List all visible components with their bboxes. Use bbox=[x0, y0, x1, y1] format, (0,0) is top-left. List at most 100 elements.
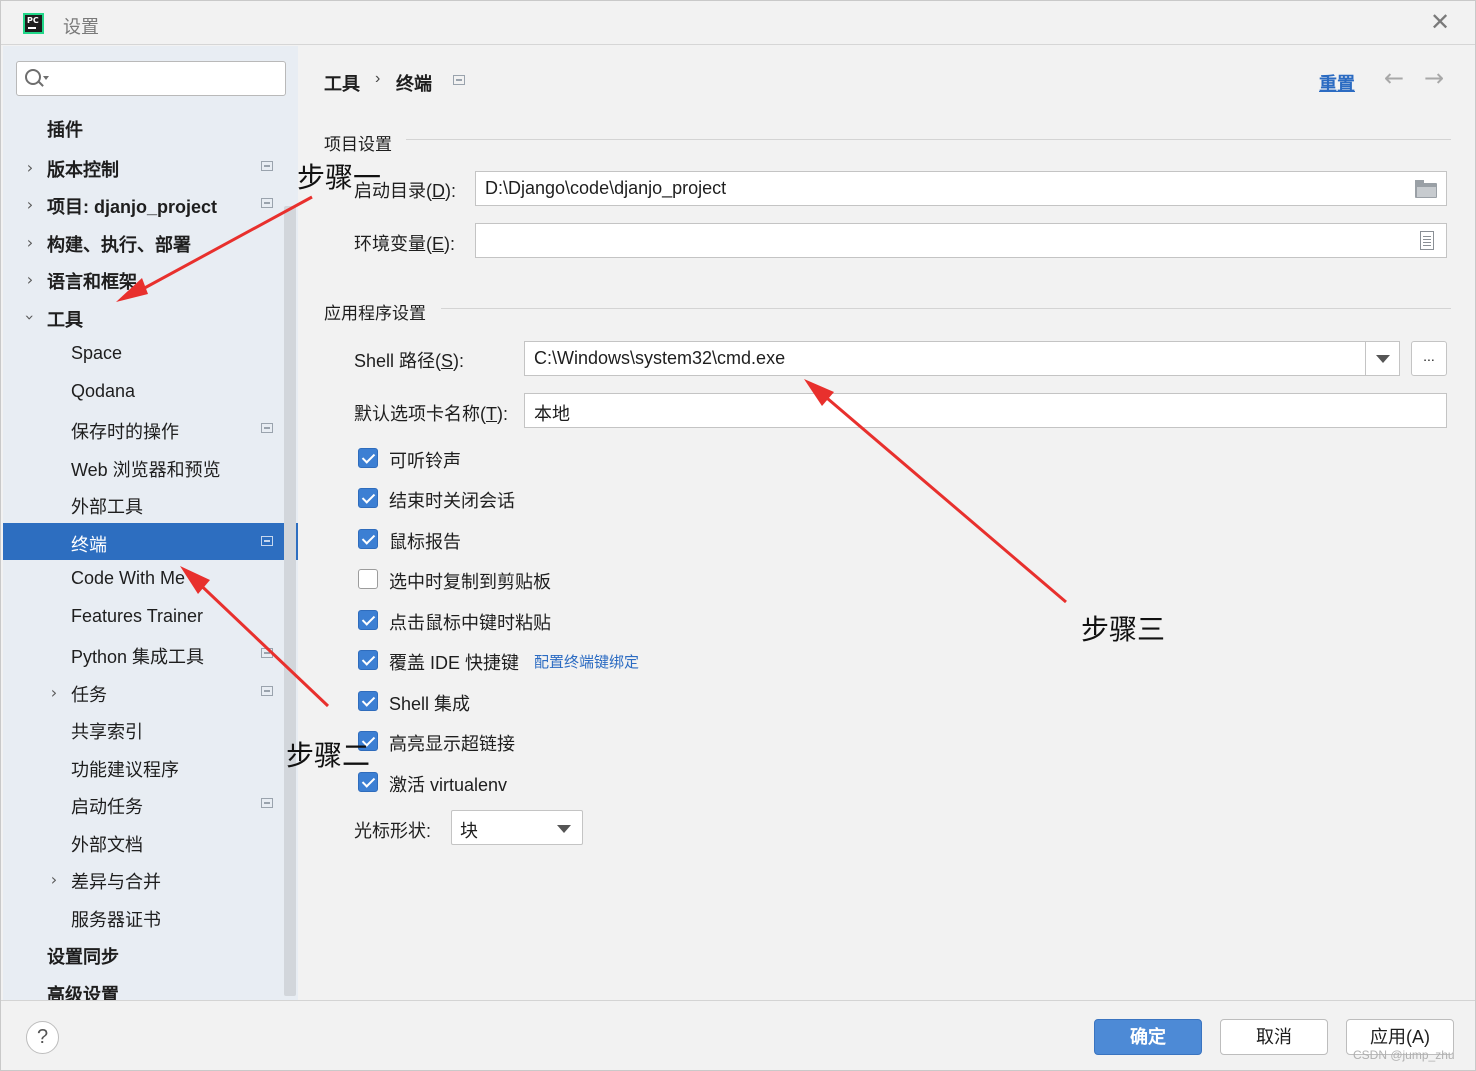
document-list-icon[interactable] bbox=[1420, 231, 1434, 250]
close-icon[interactable]: ✕ bbox=[1426, 9, 1454, 37]
cursor-shape-select[interactable]: 块 bbox=[451, 810, 583, 845]
sidebar-item-label: Web 浏览器和预览 bbox=[71, 460, 221, 480]
sidebar-item-diff-merge[interactable]: › 差异与合并 bbox=[3, 860, 285, 897]
sidebar-item-advanced-settings[interactable]: 高级设置 bbox=[3, 973, 285, 1000]
sidebar-item-label: 共享索引 bbox=[71, 722, 143, 742]
search-input[interactable] bbox=[53, 66, 278, 92]
checkbox-checked-icon[interactable] bbox=[358, 691, 378, 711]
help-icon[interactable]: ? bbox=[26, 1021, 59, 1054]
checkbox-checked-icon[interactable] bbox=[358, 488, 378, 508]
sidebar-item-settings-sync[interactable]: 设置同步 bbox=[3, 935, 285, 972]
chevron-right-icon[interactable]: › bbox=[24, 195, 36, 214]
sidebar-item-startup-tasks[interactable]: 启动任务 bbox=[3, 785, 285, 822]
settings-search[interactable] bbox=[16, 61, 286, 96]
sidebar-item-label: Python 集成工具 bbox=[71, 647, 205, 667]
checkbox-checked-icon[interactable] bbox=[358, 448, 378, 468]
app-settings-title: 应用程序设置 bbox=[324, 304, 426, 323]
cancel-button[interactable]: 取消 bbox=[1220, 1019, 1328, 1055]
breadcrumb-tools[interactable]: 工具 bbox=[324, 70, 360, 96]
annotation-step2: 步骤二 bbox=[286, 740, 371, 771]
sidebar-item-code-with-me[interactable]: Code With Me bbox=[3, 560, 285, 597]
ok-button[interactable]: 确定 bbox=[1094, 1019, 1202, 1055]
project-level-icon bbox=[261, 798, 273, 808]
sidebar-item-label: 启动任务 bbox=[71, 797, 143, 817]
sidebar-item-label: 任务 bbox=[71, 685, 107, 705]
project-level-icon bbox=[261, 423, 273, 433]
default-tab-name-value: 本地 bbox=[534, 404, 570, 424]
sidebar-item-label: 设置同步 bbox=[47, 947, 119, 967]
project-level-icon bbox=[453, 75, 465, 85]
sidebar-item-server-certificates[interactable]: 服务器证书 bbox=[3, 898, 285, 935]
sidebar-item-qodana[interactable]: Qodana bbox=[3, 373, 285, 410]
sidebar-item-plugins[interactable]: 插件 bbox=[3, 108, 285, 145]
configure-keybindings-link[interactable]: 配置终端键绑定 bbox=[534, 651, 639, 672]
env-vars-label: 环境变量(E): bbox=[354, 234, 456, 254]
sidebar-item-label: 功能建议程序 bbox=[71, 760, 179, 780]
sidebar-item-space[interactable]: Space bbox=[3, 335, 285, 372]
shell-path-combo[interactable]: C:\Windows\system32\cmd.exe bbox=[524, 341, 1400, 376]
cursor-shape-label: 光标形状: bbox=[354, 821, 432, 841]
sidebar-item-external-docs[interactable]: 外部文档 bbox=[3, 823, 285, 860]
back-arrow-icon[interactable]: ← bbox=[1384, 64, 1404, 92]
sidebar-item-web-browsers[interactable]: Web 浏览器和预览 bbox=[3, 448, 285, 485]
pycharm-app-icon: PC bbox=[23, 13, 44, 34]
checkbox-unchecked-icon[interactable] bbox=[358, 569, 378, 589]
chevron-right-icon[interactable]: › bbox=[24, 158, 36, 177]
settings-dialog: PC 设置 ✕ 插件 › 版本控制 › 项目: djanjo_project ›… bbox=[0, 0, 1476, 1071]
chevron-right-icon[interactable]: › bbox=[48, 683, 60, 702]
sidebar-item-languages[interactable]: › 语言和框架 bbox=[3, 260, 285, 297]
sidebar-item-label: 外部工具 bbox=[71, 497, 143, 517]
section-divider bbox=[406, 139, 1451, 140]
folder-icon[interactable] bbox=[1415, 180, 1437, 198]
sidebar-scrollbar[interactable] bbox=[284, 206, 296, 996]
sidebar-item-tools[interactable]: › 工具 bbox=[3, 298, 285, 335]
start-dir-field[interactable]: D:\Django\code\djanjo_project bbox=[475, 171, 1447, 206]
sidebar-item-label: 保存时的操作 bbox=[71, 422, 179, 442]
default-tab-name-field[interactable]: 本地 bbox=[524, 393, 1447, 428]
sidebar-item-python-integrated-tools[interactable]: Python 集成工具 bbox=[3, 635, 285, 672]
dialog-footer: ? 确定 取消 应用(A) CSDN @jump_zhu bbox=[1, 1000, 1475, 1070]
project-level-icon bbox=[261, 536, 273, 546]
sidebar-item-features-trainer[interactable]: Features Trainer bbox=[3, 598, 285, 635]
checkbox-checked-icon[interactable] bbox=[358, 650, 378, 670]
forward-arrow-icon[interactable]: → bbox=[1424, 64, 1444, 92]
chevron-right-icon[interactable]: › bbox=[48, 870, 60, 889]
sidebar-item-label: 差异与合并 bbox=[71, 872, 161, 892]
browse-shell-button[interactable]: ... bbox=[1411, 341, 1447, 376]
sidebar-item-label: 高级设置 bbox=[47, 985, 119, 1000]
project-settings-title: 项目设置 bbox=[324, 135, 392, 154]
settings-content: 工具 › 终端 重置 ← → 项目设置 启动目录(D): D:\Django\c… bbox=[298, 46, 1475, 1000]
sidebar-item-label: 终端 bbox=[71, 535, 107, 555]
sidebar-item-label: Qodana bbox=[71, 381, 136, 401]
sidebar-item-label: Space bbox=[71, 343, 123, 363]
chevron-down-icon[interactable] bbox=[1365, 341, 1399, 376]
search-dropdown-icon[interactable] bbox=[43, 76, 49, 80]
sidebar-item-vcs[interactable]: › 版本控制 bbox=[3, 148, 285, 185]
sidebar-item-project[interactable]: › 项目: djanjo_project bbox=[3, 185, 285, 222]
window-title: 设置 bbox=[63, 17, 99, 37]
checkbox-checked-icon[interactable] bbox=[358, 610, 378, 630]
sidebar-item-external-tools[interactable]: 外部工具 bbox=[3, 485, 285, 522]
default-tab-name-label: 默认选项卡名称(T): bbox=[354, 404, 508, 424]
sidebar-item-feature-suggester[interactable]: 功能建议程序 bbox=[3, 748, 285, 785]
sidebar-item-label: 服务器证书 bbox=[71, 910, 161, 930]
chevron-down-icon[interactable]: › bbox=[21, 312, 40, 324]
reset-link[interactable]: 重置 bbox=[1319, 70, 1355, 96]
sidebar-item-tasks[interactable]: › 任务 bbox=[3, 673, 285, 710]
shell-path-label: Shell 路径(S): bbox=[354, 351, 465, 371]
settings-sidebar: 插件 › 版本控制 › 项目: djanjo_project › 构建、执行、部… bbox=[3, 46, 298, 1000]
sidebar-item-build[interactable]: › 构建、执行、部署 bbox=[3, 223, 285, 260]
sidebar-item-label: 语言和框架 bbox=[47, 272, 137, 292]
sidebar-item-actions-on-save[interactable]: 保存时的操作 bbox=[3, 410, 285, 447]
env-vars-field[interactable] bbox=[475, 223, 1447, 258]
sidebar-item-shared-indexes[interactable]: 共享索引 bbox=[3, 710, 285, 747]
chevron-right-icon[interactable]: › bbox=[24, 233, 36, 252]
search-icon bbox=[25, 69, 41, 85]
sidebar-item-label: 构建、执行、部署 bbox=[47, 235, 191, 255]
checkbox-checked-icon[interactable] bbox=[358, 529, 378, 549]
section-divider bbox=[441, 308, 1451, 309]
chevron-right-icon[interactable]: › bbox=[24, 270, 36, 289]
sidebar-item-terminal[interactable]: 终端 bbox=[3, 523, 298, 560]
annotation-step3: 步骤三 bbox=[1081, 614, 1166, 645]
checkbox-checked-icon[interactable] bbox=[358, 772, 378, 792]
